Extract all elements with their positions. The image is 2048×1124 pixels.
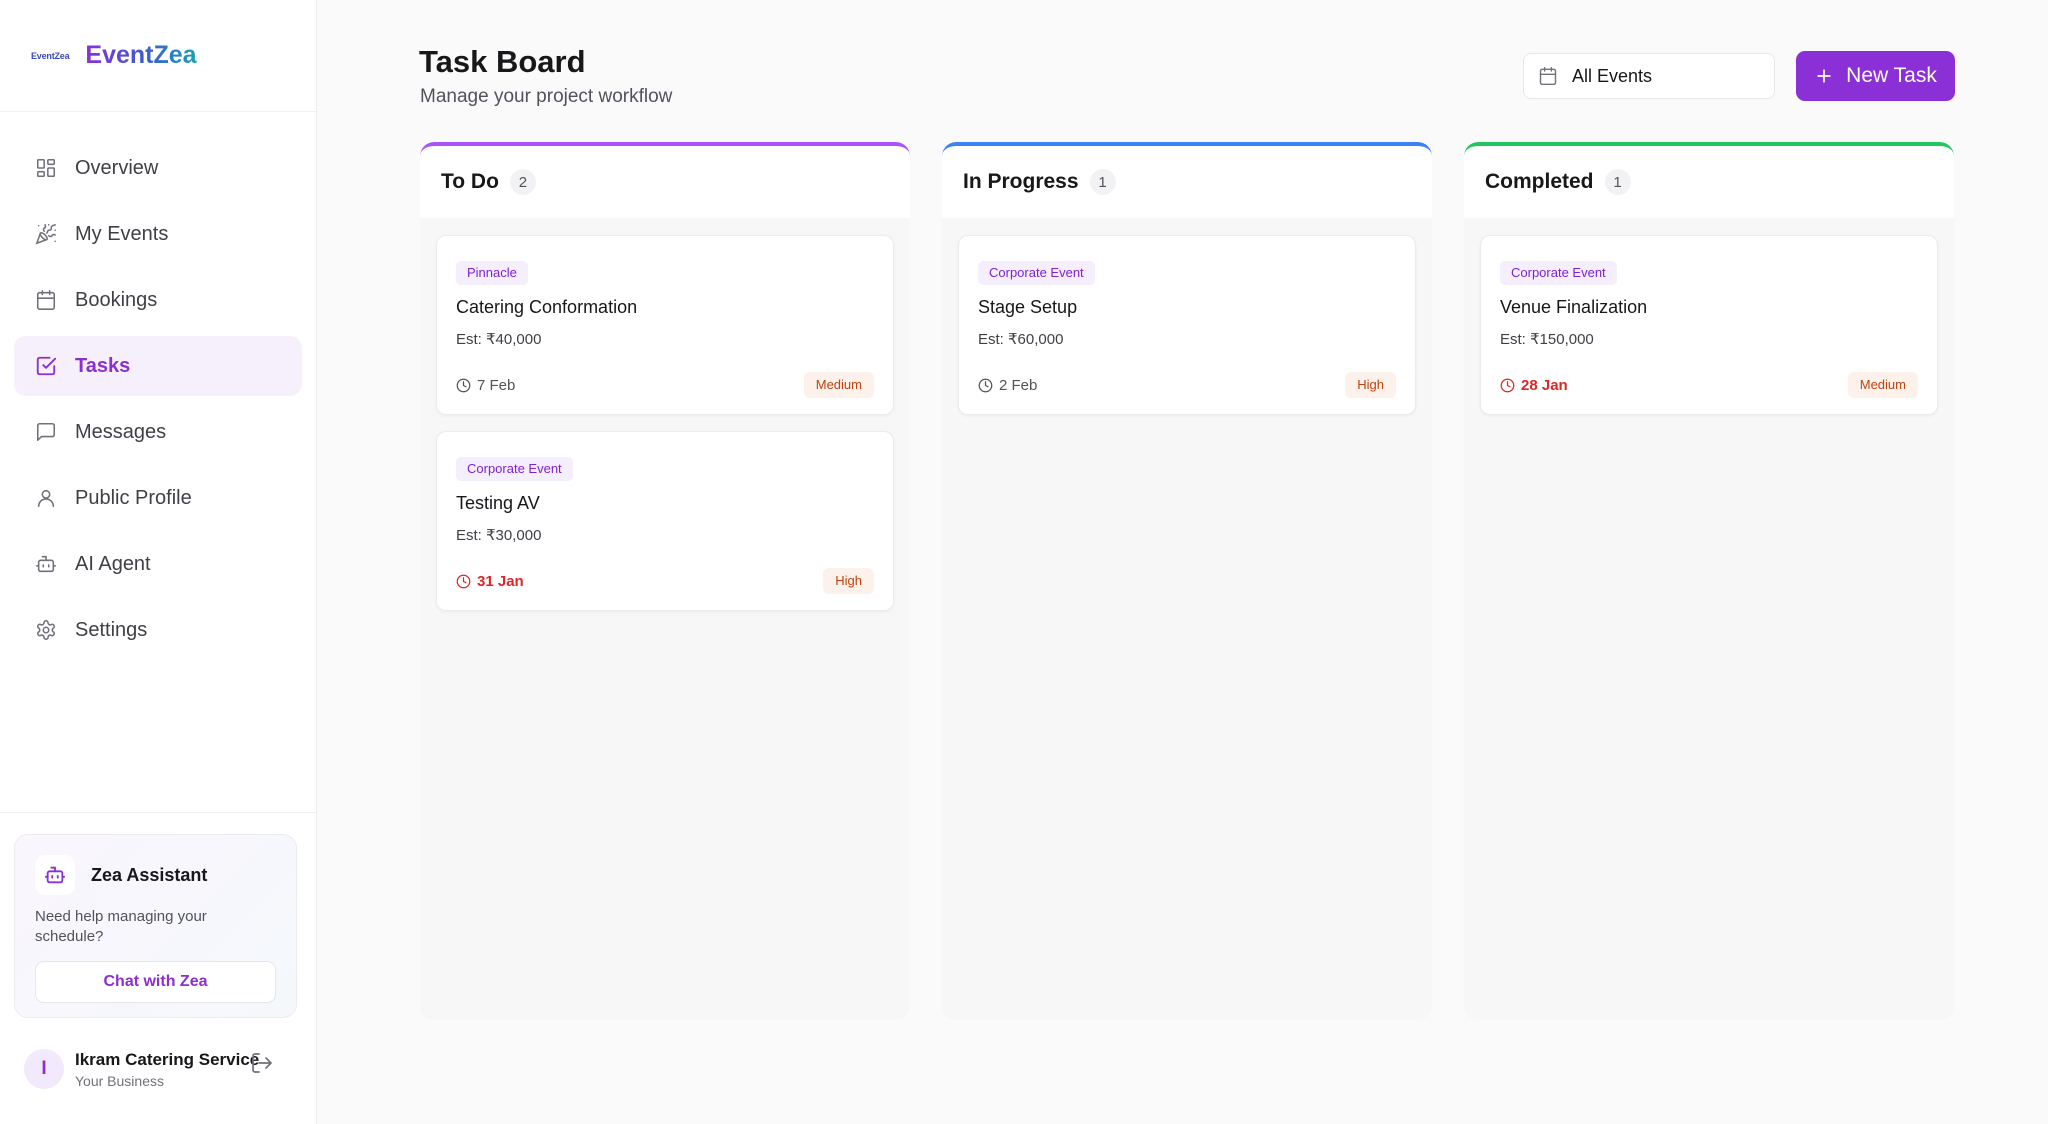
assistant-title: Zea Assistant [91,864,208,885]
priority-badge: Medium [1847,372,1918,398]
task-due-date: 7 Feb [456,377,515,394]
clock-icon [978,378,993,393]
column-count-badge: 1 [1604,169,1631,195]
sidebar-footer: Zea Assistant Need help managing your sc… [0,812,316,1089]
task-title: Venue Finalization [1500,297,1648,317]
user-role: Your Business [75,1072,164,1089]
sidebar-nav: Overview My Events Bookings Tasks Messag… [0,112,316,660]
event-tag: Corporate Event [978,261,1095,285]
user-info: Ikram Catering Service Your Business [75,1050,259,1089]
sidebar-item-label: Bookings [75,288,158,311]
column-title: Completed [1485,170,1594,193]
task-card[interactable]: Corporate Event Venue Finalization Est: … [1480,235,1938,415]
priority-badge: High [1345,372,1396,398]
task-footer: 7 Feb Medium [456,372,874,398]
clock-icon [456,378,471,393]
gear-icon [34,618,58,642]
task-estimate: Est: ₹40,000 [456,331,542,348]
sidebar-item-label: Settings [75,618,148,641]
column-header: In Progress 1 [942,142,1432,218]
assistant-description: Need help managing your schedule? [35,908,207,945]
sidebar: EventZea EventZea Overview My Events Boo… [0,0,317,1124]
column-in-progress: In Progress 1 Corporate Event Stage Setu… [942,142,1432,1020]
sidebar-item-my-events[interactable]: My Events [14,204,302,264]
task-due-date: 31 Jan [456,573,524,590]
brand-name: EventZea [85,41,197,69]
brand-logo: EventZea [31,50,70,61]
sidebar-item-tasks[interactable]: Tasks [14,336,302,396]
task-due-date-text: 31 Jan [477,572,524,590]
column-to-do: To Do 2 Pinnacle Catering Conformation E… [420,142,910,1020]
clock-icon [456,574,471,589]
sidebar-item-label: My Events [75,222,169,245]
column-header: Completed 1 [1464,142,1954,218]
clock-icon [1500,378,1515,393]
plus-icon [1814,66,1834,86]
main-content: Task Board Manage your project workflow … [318,0,2048,1124]
task-footer: 31 Jan High [456,568,874,594]
user-name: Ikram Catering Service [75,1049,260,1069]
priority-badge: Medium [803,372,874,398]
avatar: I [24,1049,64,1089]
page-subtitle: Manage your project workflow [420,86,673,107]
task-due-date-text: 28 Jan [1521,376,1568,394]
sidebar-item-public-profile[interactable]: Public Profile [14,468,302,528]
column-title: To Do [441,170,499,193]
page-title: Task Board [419,44,586,79]
sidebar-item-ai-agent[interactable]: AI Agent [14,534,302,594]
task-due-date-text: 7 Feb [477,376,516,394]
column-count-badge: 1 [1089,169,1116,195]
message-icon [34,420,58,444]
task-title: Catering Conformation [456,297,638,317]
new-task-button[interactable]: New Task [1796,51,1955,101]
bot-icon [34,552,58,576]
check-square-icon [34,354,58,378]
column-header: To Do 2 [420,142,910,218]
user-profile[interactable]: I Ikram Catering Service Your Business [24,1049,259,1089]
brand[interactable]: EventZea EventZea [0,0,316,112]
assistant-header: Zea Assistant [35,855,276,895]
event-filter-select[interactable]: All Events [1523,53,1775,99]
column-completed: Completed 1 Corporate Event Venue Finali… [1464,142,1954,1020]
sidebar-item-bookings[interactable]: Bookings [14,270,302,330]
task-due-date-text: 2 Feb [999,376,1038,394]
chat-with-zea-button[interactable]: Chat with Zea [35,961,276,1003]
task-due-date: 2 Feb [978,377,1037,394]
task-title: Testing AV [456,493,540,513]
logout-icon[interactable] [248,1049,276,1077]
grid-icon [34,156,58,180]
task-footer: 28 Jan Medium [1500,372,1918,398]
task-title: Stage Setup [978,297,1078,317]
sidebar-item-label: Public Profile [75,486,192,509]
task-card[interactable]: Corporate Event Testing AV Est: ₹30,000 … [436,431,894,611]
sidebar-item-label: Overview [75,156,159,179]
event-tag: Corporate Event [1500,261,1617,285]
task-estimate: Est: ₹150,000 [1500,331,1594,348]
sidebar-item-overview[interactable]: Overview [14,138,302,198]
new-task-label: New Task [1846,64,1937,87]
user-icon [34,486,58,510]
event-tag: Pinnacle [456,261,528,285]
task-card[interactable]: Corporate Event Stage Setup Est: ₹60,000… [958,235,1416,415]
column-title: In Progress [963,170,1079,193]
sidebar-item-messages[interactable]: Messages [14,402,302,462]
calendar-icon [34,288,58,312]
calendar-icon [1538,66,1558,86]
sidebar-item-label: Messages [75,420,167,443]
assistant-card: Zea Assistant Need help managing your sc… [14,834,297,1018]
sidebar-item-settings[interactable]: Settings [14,600,302,660]
bot-icon [35,855,75,895]
task-footer: 2 Feb High [978,372,1396,398]
task-due-date: 28 Jan [1500,377,1568,394]
event-filter-value: All Events [1572,65,1653,86]
task-card[interactable]: Pinnacle Catering Conformation Est: ₹40,… [436,235,894,415]
sidebar-item-label: Tasks [75,354,131,377]
sidebar-item-label: AI Agent [75,552,151,575]
priority-badge: High [823,568,874,594]
party-icon [34,222,58,246]
task-estimate: Est: ₹60,000 [978,331,1064,348]
event-tag: Corporate Event [456,457,573,481]
column-count-badge: 2 [509,169,536,195]
task-estimate: Est: ₹30,000 [456,527,542,544]
